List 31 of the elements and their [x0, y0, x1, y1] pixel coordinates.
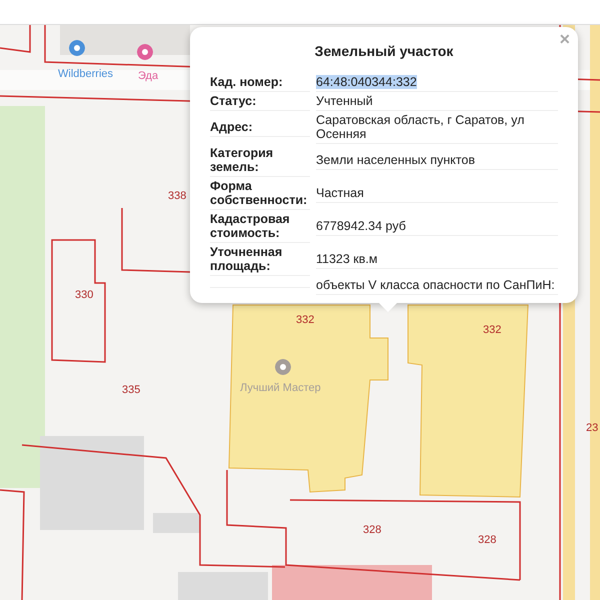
field-value: Частная [316, 186, 364, 200]
field-label: Кад. номер: [210, 73, 310, 92]
field-value: Земли населенных пунктов [316, 153, 475, 167]
parcel-number: 328 [478, 534, 496, 546]
place-label[interactable]: Лучший Мастер [240, 382, 321, 394]
field-value: объекты V класса опасности по СанПиН: [316, 278, 555, 292]
field-label: Форма собственности: [210, 177, 310, 210]
parcel-number: 330 [75, 289, 94, 301]
popup-title: Земельный участок [314, 43, 454, 59]
place-marker-icon[interactable] [275, 359, 291, 375]
parcel-number: 335 [122, 384, 140, 396]
place-label[interactable]: Эда [138, 70, 158, 82]
field-label: Категория земель: [210, 144, 310, 177]
field-label: Кадастровая стоимость: [210, 210, 310, 243]
field-label: Уточненная площадь: [210, 243, 310, 276]
field-label: Адрес: [210, 118, 310, 137]
parcel-number: 23 [586, 422, 598, 434]
field-value: Учтенный [316, 94, 373, 108]
place-marker-icon[interactable] [69, 40, 85, 56]
field-value: 64:48:040344:332 [316, 75, 417, 89]
place-marker-icon[interactable] [137, 44, 153, 60]
field-label: Статус: [210, 92, 310, 111]
field-value: 11323 кв.м [316, 252, 378, 266]
parcel-number: 338 [168, 190, 186, 202]
parcel-number: 332 [483, 324, 502, 336]
field-value: Саратовская область, г Саратов, ул Осенняя [316, 113, 524, 141]
parcel-number: 332 [296, 314, 314, 326]
place-label[interactable]: Wildberries [58, 68, 114, 80]
field-value: 6778942.34 руб [316, 219, 406, 233]
close-button[interactable]: × [559, 29, 570, 50]
parcel-number: 328 [363, 524, 382, 536]
